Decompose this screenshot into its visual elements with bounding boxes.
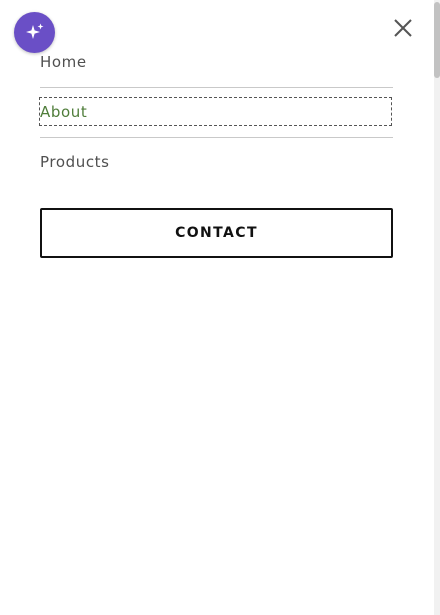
contact-button[interactable]: CONTACT xyxy=(40,208,393,258)
menu-item-products[interactable]: Products xyxy=(40,138,393,188)
close-icon xyxy=(394,19,412,37)
scrollbar-thumb[interactable] xyxy=(434,2,440,78)
focus-outline xyxy=(39,97,392,126)
menu-item-label: Products xyxy=(40,153,110,171)
close-menu-button[interactable] xyxy=(393,18,413,38)
menu-item-label: About xyxy=(40,103,88,121)
menu-item-about[interactable]: About xyxy=(39,88,393,138)
scrollbar[interactable] xyxy=(434,0,440,615)
menu-item-home[interactable]: Home xyxy=(40,42,393,88)
menu-item-label: Home xyxy=(40,53,87,71)
mobile-nav-menu: Home About Products xyxy=(39,42,393,188)
sparkles-icon xyxy=(25,23,43,39)
